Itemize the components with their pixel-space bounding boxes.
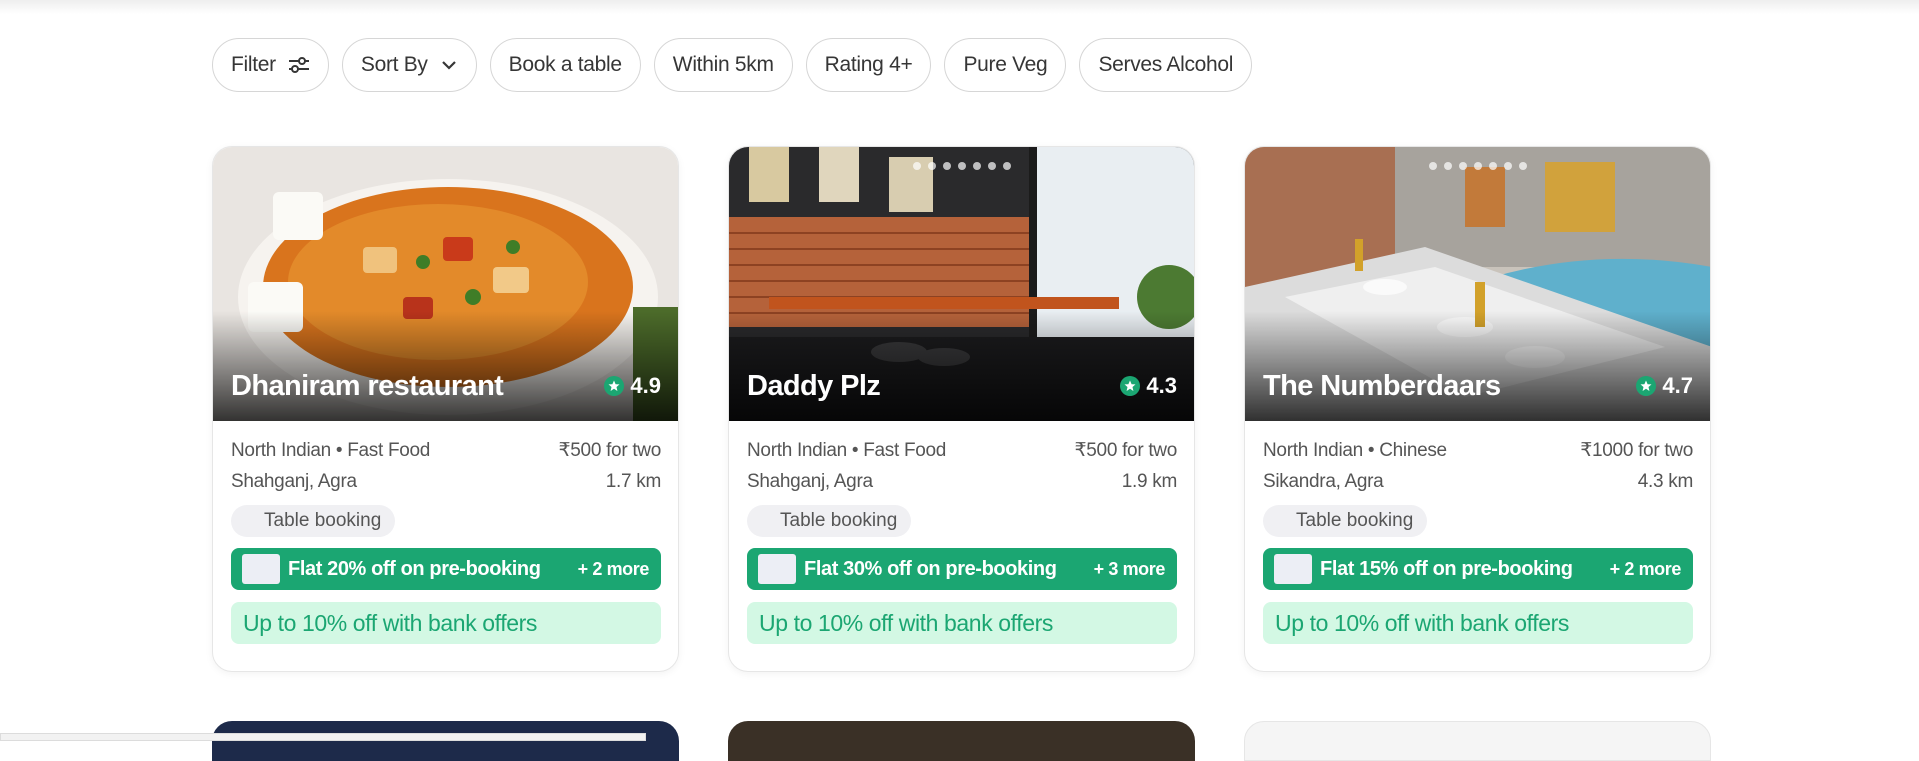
offer-logo-icon [758,554,796,584]
cuisine-text: North Indian • Fast Food [747,439,947,461]
price-text: ₹500 for two [558,440,662,461]
rating-badge: 4.9 [604,373,661,399]
table-booking-tag: Table booking [231,505,396,537]
rating-value: 4.7 [1662,373,1693,398]
location-text: Sikandra, Agra [1263,470,1384,492]
carousel-dots [912,162,1011,170]
bank-offer-banner: Up to 10% off with bank offers [231,602,661,644]
sort-by-dropdown[interactable]: Sort By [341,38,477,92]
offer-text: Flat 15% off on pre-booking [1320,557,1573,580]
photo-gradient [1245,311,1710,421]
cuisine-text: North Indian • Fast Food [231,439,431,461]
rating-4-plus-chip[interactable]: Rating 4+ [805,38,932,92]
table-booking-tag: Table booking [747,505,912,537]
restaurant-photo[interactable]: The Numberdaars 4.7 [1245,147,1710,421]
carousel-dots [1428,162,1527,170]
distance-text: 1.9 km [1121,470,1178,492]
offer-text: Flat 20% off on pre-booking [288,557,541,580]
restaurant-card-partial[interactable] [212,721,679,761]
photo-gradient [729,311,1194,421]
rating-badge: 4.3 [1120,373,1177,399]
more-offers-link[interactable]: + 2 more [578,559,650,580]
offer-text: Flat 30% off on pre-booking [804,557,1057,580]
price-text: ₹1000 for two [1580,440,1693,461]
offer-banner[interactable]: Flat 30% off on pre-booking + 3 more [747,548,1177,590]
location-text: Shahganj, Agra [231,470,357,492]
within-5km-chip[interactable]: Within 5km [653,38,793,92]
location-text: Shahganj, Agra [747,470,873,492]
filter-bar: Filter Sort By Book a table Within 5km R… [212,38,1253,92]
star-icon [1636,376,1657,396]
sliders-icon [288,56,310,74]
rating-value: 4.3 [1146,373,1177,398]
restaurant-card[interactable]: The Numberdaars 4.7 North Indian • Chine… [1244,146,1711,672]
filter-button[interactable]: Filter [212,38,329,92]
restaurant-card-partial[interactable] [1244,721,1711,761]
more-offers-link[interactable]: + 2 more [1610,559,1682,580]
distance-text: 1.7 km [605,470,662,492]
rating-badge: 4.7 [1636,373,1693,399]
offer-banner[interactable]: Flat 20% off on pre-booking + 2 more [231,548,661,590]
photo-gradient [213,311,678,421]
cuisine-text: North Indian • Chinese [1263,439,1447,461]
chevron-down-icon [440,59,458,71]
restaurant-card-partial[interactable] [728,721,1195,761]
restaurant-name: The Numberdaars [1263,370,1501,402]
serves-alcohol-chip[interactable]: Serves Alcohol [1079,38,1253,92]
star-icon [1120,376,1141,396]
pure-veg-chip[interactable]: Pure Veg [944,38,1067,92]
distance-text: 4.3 km [1637,470,1694,492]
restaurant-photo[interactable]: Dhaniram restaurant 4.9 [213,147,678,421]
rating-value: 4.9 [630,373,661,398]
horizontal-scrollbar[interactable] [0,733,646,741]
restaurant-card[interactable]: Daddy Plz 4.3 North Indian • Fast Food ₹… [728,146,1195,672]
restaurant-photo[interactable]: Daddy Plz 4.3 [729,147,1194,421]
restaurant-name: Dhaniram restaurant [231,370,504,402]
bank-offer-banner: Up to 10% off with bank offers [747,602,1177,644]
book-a-table-chip[interactable]: Book a table [489,38,641,92]
next-row-cards [212,721,1711,761]
offer-logo-icon [1274,554,1312,584]
star-icon [604,376,625,396]
restaurant-card[interactable]: Dhaniram restaurant 4.9 North Indian • F… [212,146,679,672]
offer-banner[interactable]: Flat 15% off on pre-booking + 2 more [1263,548,1693,590]
sort-by-label: Sort By [360,53,428,76]
table-booking-tag: Table booking [1263,505,1428,537]
restaurant-name: Daddy Plz [747,370,881,402]
more-offers-link[interactable]: + 3 more [1094,559,1166,580]
header-shadow [0,0,1919,14]
filter-label: Filter [231,53,276,76]
restaurant-list: Dhaniram restaurant 4.9 North Indian • F… [212,146,1711,672]
price-text: ₹500 for two [1074,440,1178,461]
offer-logo-icon [242,554,280,584]
bank-offer-banner: Up to 10% off with bank offers [1263,602,1693,644]
